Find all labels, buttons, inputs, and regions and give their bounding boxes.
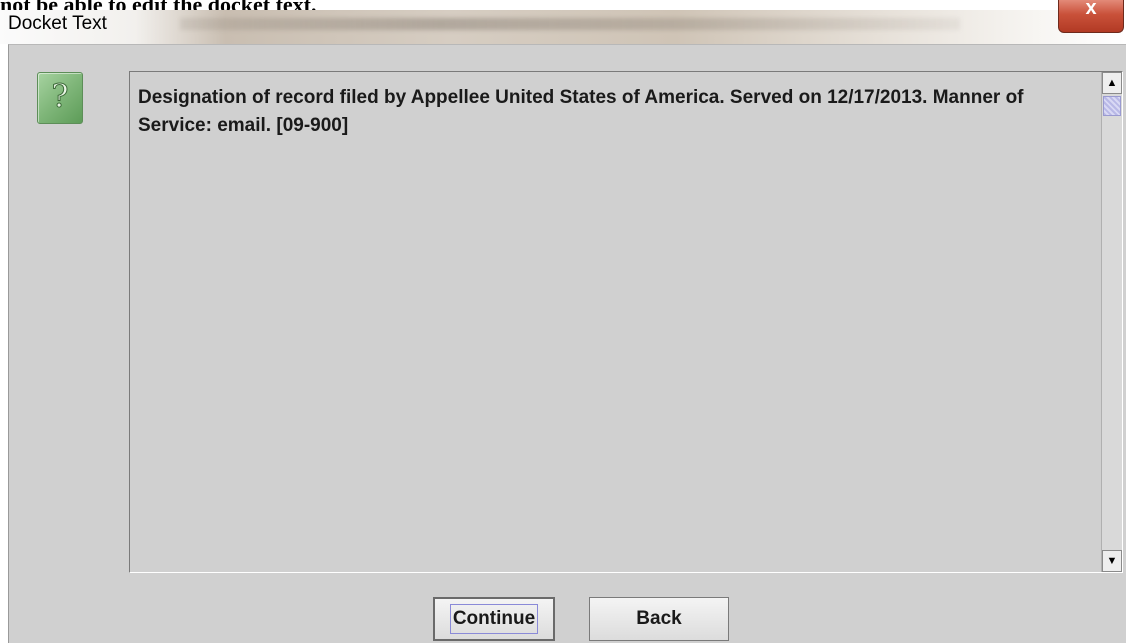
close-label: x bbox=[1085, 0, 1097, 19]
scroll-up-arrow-icon[interactable]: ▲ bbox=[1102, 72, 1122, 94]
docket-text-dialog: ? Designation of record filed by Appelle… bbox=[8, 44, 1126, 643]
scroll-thumb[interactable] bbox=[1103, 96, 1121, 116]
title-background-blur bbox=[180, 18, 960, 30]
continue-button-label: Continue bbox=[449, 604, 539, 634]
window-titlebar[interactable]: Docket Text bbox=[0, 10, 1126, 44]
window-title: Docket Text bbox=[8, 13, 107, 34]
docket-text-content: Designation of record filed by Appellee … bbox=[138, 87, 1024, 136]
docket-text-area[interactable]: Designation of record filed by Appellee … bbox=[129, 71, 1123, 573]
scroll-down-arrow-icon[interactable]: ▼ bbox=[1102, 550, 1122, 572]
back-button[interactable]: Back bbox=[589, 597, 729, 641]
question-mark-icon: ? bbox=[37, 72, 83, 124]
question-mark-glyph: ? bbox=[51, 77, 69, 116]
vertical-scrollbar[interactable]: ▲ ▼ bbox=[1101, 72, 1122, 572]
close-icon[interactable]: x bbox=[1058, 0, 1124, 33]
continue-button[interactable]: Continue bbox=[433, 597, 555, 641]
